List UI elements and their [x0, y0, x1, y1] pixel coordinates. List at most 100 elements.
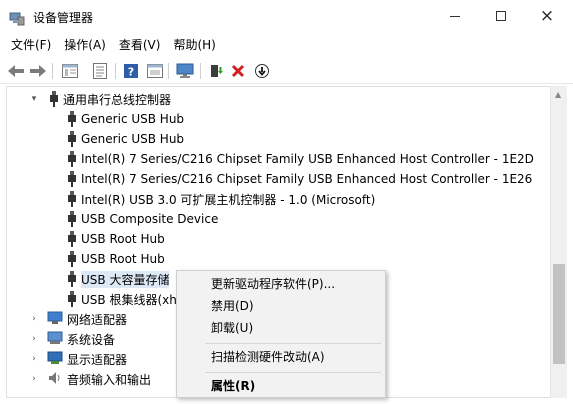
uninstall-button[interactable] [228, 61, 248, 81]
tree-category-audio[interactable]: › 音频输入和输出 [29, 369, 151, 389]
context-menu: 更新驱动程序软件(P)... 禁用(D) 卸载(U) 扫描检测硬件改动(A) 属… [176, 270, 386, 398]
expand-chevron-icon[interactable]: › [29, 354, 39, 364]
minimize-button[interactable] [432, 0, 478, 32]
device-label: USB Root Hub [81, 232, 165, 246]
update-driver-button[interactable] [206, 61, 226, 81]
context-update-driver[interactable]: 更新驱动程序软件(P)... [177, 274, 385, 295]
category-label: 系统设备 [67, 332, 116, 347]
menu-action[interactable]: 操作(A) [59, 34, 111, 56]
context-separator [205, 372, 381, 373]
forward-button[interactable] [28, 61, 48, 81]
device-label: Generic USB Hub [81, 112, 185, 126]
usb-controller-icon [49, 91, 59, 107]
audio-speaker-icon [47, 371, 63, 388]
close-button[interactable]: × [524, 0, 570, 32]
device-label: USB 根集线器(xh [81, 292, 177, 307]
toolbar-separator [168, 63, 169, 79]
maximize-button[interactable] [478, 0, 524, 32]
toolbar: ? [0, 57, 573, 84]
tree-item-usb-device[interactable]: Intel(R) USB 3.0 可扩展主机控制器 - 1.0 (Microso… [67, 189, 375, 209]
tree-item-usb-device[interactable]: Generic USB Hub [67, 109, 184, 129]
close-icon: × [539, 5, 555, 26]
forward-icon [30, 65, 46, 77]
toolbar-separator [115, 63, 116, 79]
device-label: Intel(R) 7 Series/C216 Chipset Family US… [81, 152, 534, 166]
context-separator [205, 343, 381, 344]
update-driver-icon [211, 65, 223, 77]
tree-item-usb-device[interactable]: USB Root Hub [67, 249, 165, 269]
properties-icon [62, 64, 78, 78]
tree-category-system[interactable]: › 系统设备 [29, 329, 115, 349]
scroll-up-arrow-icon[interactable]: ▲ [555, 90, 561, 99]
scroll-thumb[interactable] [553, 264, 565, 364]
tree-item-usb-device[interactable]: Intel(R) 7 Series/C216 Chipset Family US… [67, 169, 532, 189]
device-label: Intel(R) 7 Series/C216 Chipset Family US… [81, 172, 533, 186]
device-label: Generic USB Hub [81, 132, 185, 146]
system-devices-icon [47, 331, 63, 348]
context-properties[interactable]: 属性(R) [177, 376, 385, 397]
usb-device-icon [67, 191, 77, 207]
expand-chevron-icon[interactable]: › [29, 374, 39, 384]
monitor-icon [176, 63, 194, 78]
uninstall-icon [231, 64, 245, 78]
help-icon: ? [124, 64, 138, 79]
monitor-button[interactable] [175, 61, 195, 81]
expand-chevron-icon[interactable]: › [29, 314, 39, 324]
usb-device-icon [67, 291, 77, 307]
context-disable[interactable]: 禁用(D) [177, 296, 385, 317]
expand-chevron-icon[interactable]: › [29, 334, 39, 344]
usb-device-icon [67, 111, 77, 127]
device-label: USB 大容量存储 [81, 270, 170, 288]
menu-bar: 文件(F) 操作(A) 查看(V) 帮助(H) [0, 34, 573, 56]
view-button[interactable] [145, 61, 165, 81]
list-icon [93, 63, 107, 79]
usb-device-icon [67, 171, 77, 187]
minimize-icon [450, 15, 460, 17]
usb-device-icon [67, 211, 77, 227]
category-label: 网络适配器 [67, 312, 128, 327]
category-label: 显示适配器 [67, 352, 128, 367]
window-title: 设备管理器 [33, 11, 94, 25]
list-view-button[interactable] [90, 61, 110, 81]
back-button[interactable] [6, 61, 26, 81]
tree-category-network[interactable]: › 网络适配器 [29, 309, 127, 329]
network-adapter-icon [47, 311, 63, 328]
title-bar: 设备管理器 × [0, 0, 573, 34]
tree-category-usb[interactable]: ▾ 通用串行总线控制器 [29, 89, 171, 109]
tree-item-usb-device[interactable]: USB Root Hub [67, 229, 165, 249]
back-icon [8, 65, 24, 77]
tree-item-usb-device[interactable]: Intel(R) 7 Series/C216 Chipset Family US… [67, 149, 534, 169]
device-manager-app-icon [9, 10, 25, 26]
category-label: 音频输入和输出 [67, 372, 152, 387]
tree-category-display[interactable]: › 显示适配器 [29, 349, 127, 369]
view-icon [147, 64, 163, 78]
context-uninstall[interactable]: 卸载(U) [177, 318, 385, 339]
menu-view[interactable]: 查看(V) [114, 34, 166, 56]
help-button[interactable]: ? [121, 61, 141, 81]
display-adapter-icon [47, 351, 63, 368]
show-hide-console-button[interactable] [60, 61, 80, 81]
tree-scrollbar[interactable]: ▲ [550, 86, 567, 398]
device-label: USB Root Hub [81, 252, 165, 266]
usb-device-icon [67, 251, 77, 267]
usb-device-icon [67, 131, 77, 147]
category-label: 通用串行总线控制器 [63, 92, 172, 107]
tree-item-usb-device-selected[interactable]: USB 大容量存储 [67, 269, 170, 289]
tree-item-usb-device[interactable]: Generic USB Hub [67, 129, 184, 149]
scan-icon [255, 64, 269, 78]
tree-item-usb-device[interactable]: USB Composite Device [67, 209, 218, 229]
toolbar-separator [52, 63, 53, 79]
context-scan-hardware[interactable]: 扫描检测硬件改动(A) [177, 347, 385, 368]
device-label: USB Composite Device [81, 212, 219, 226]
collapse-chevron-icon[interactable]: ▾ [29, 94, 39, 104]
device-label: Intel(R) USB 3.0 可扩展主机控制器 - 1.0 (Microso… [81, 192, 376, 207]
tree-item-usb-device[interactable]: USB 根集线器(xh [67, 289, 177, 309]
maximize-icon [496, 11, 506, 21]
scan-hardware-button[interactable] [252, 61, 272, 81]
svg-text:?: ? [128, 66, 134, 79]
usb-device-icon [67, 271, 77, 287]
menu-file[interactable]: 文件(F) [6, 34, 56, 56]
menu-help[interactable]: 帮助(H) [168, 34, 220, 56]
usb-device-icon [67, 231, 77, 247]
toolbar-separator [200, 63, 201, 79]
